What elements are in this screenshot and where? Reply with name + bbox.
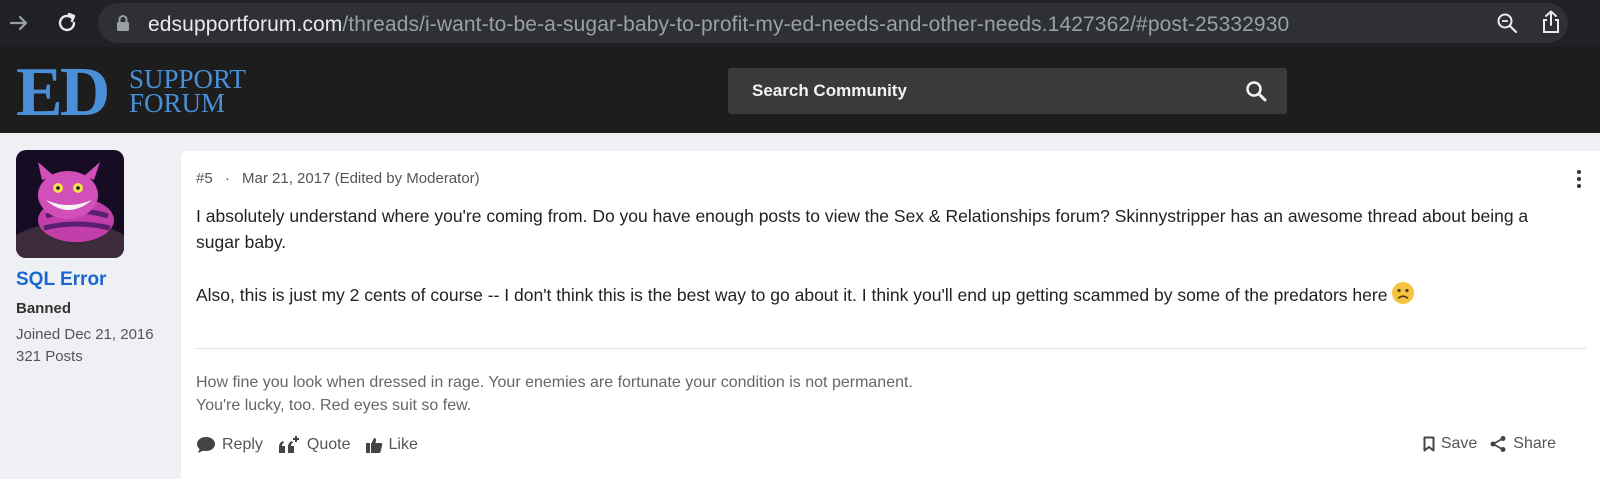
zoom-icon[interactable]: [1496, 12, 1518, 34]
bookmark-icon: [1423, 436, 1435, 452]
reply-label: Reply: [222, 436, 263, 453]
reply-button[interactable]: Reply: [196, 435, 263, 455]
username-link[interactable]: SQL Error: [16, 269, 106, 291]
post-actions: Reply Quote Like: [196, 435, 418, 455]
post-card: #5 · Mar 21, 2017 (Edited by Moderator) …: [181, 151, 1600, 479]
logo-subtitle: SUPPORT FORUM: [129, 66, 246, 118]
meta-separator: ·: [224, 170, 230, 187]
url-text: edsupportforum.com/threads/i-want-to-be-…: [148, 13, 1289, 37]
search-placeholder: Search Community: [752, 81, 907, 100]
speech-bubble-icon: [197, 437, 215, 453]
url-host: edsupportforum.com: [148, 13, 343, 36]
forward-arrow-icon: [9, 15, 28, 31]
user-joined: Joined Dec 21, 2016: [16, 326, 154, 343]
lock-icon: [117, 15, 129, 31]
signature: How fine you look when dressed in rage. …: [196, 371, 913, 417]
share-page-icon[interactable]: [1540, 10, 1562, 34]
post-date: Mar 21, 2017 (Edited by Moderator): [242, 170, 480, 187]
quote-label: Quote: [306, 436, 351, 453]
browser-toolbar: edsupportforum.com/threads/i-want-to-be-…: [0, 0, 1600, 46]
like-label: Like: [388, 436, 418, 453]
avatar-image: [16, 150, 124, 258]
share-label: Share: [1513, 435, 1556, 452]
logo-line-2: FORUM: [129, 88, 226, 118]
logo-ed: ED: [16, 54, 110, 131]
user-post-count: 321 Posts: [16, 348, 83, 365]
reload-icon: [58, 12, 76, 32]
thumbs-up-icon: [365, 438, 382, 453]
search-icon[interactable]: [1245, 80, 1267, 102]
signature-divider: [196, 348, 1586, 349]
signature-line: You're lucky, too. Red eyes suit so few.: [196, 397, 472, 414]
post-meta: #5 · Mar 21, 2017 (Edited by Moderator): [196, 170, 480, 187]
post-body: I absolutely understand where you're com…: [196, 203, 1576, 334]
post-paragraph: Also, this is just my 2 cents of course …: [196, 281, 1576, 308]
like-button[interactable]: Like: [365, 435, 418, 455]
share-icon: [1490, 436, 1506, 452]
post-actions-right: Save Share: [1423, 435, 1556, 453]
user-title: Banned: [16, 300, 72, 317]
address-bar[interactable]: edsupportforum.com/threads/i-want-to-be-…: [98, 3, 1568, 43]
more-options-icon[interactable]: [1576, 169, 1582, 189]
url-path: /threads/i-want-to-be-a-sugar-baby-to-pr…: [342, 13, 1290, 36]
quote-button[interactable]: Quote: [277, 435, 351, 455]
frown-emoji-icon: [1392, 282, 1415, 304]
save-button[interactable]: Save: [1423, 435, 1477, 453]
post-paragraph: I absolutely understand where you're com…: [196, 206, 1529, 252]
signature-line: How fine you look when dressed in rage. …: [196, 374, 913, 391]
reload-button[interactable]: [52, 8, 82, 38]
post-number-link[interactable]: #5: [196, 170, 213, 187]
search-box[interactable]: Search Community: [728, 68, 1287, 114]
post-paragraph-text: Also, this is just my 2 cents of course …: [196, 285, 1388, 305]
share-button[interactable]: Share: [1489, 435, 1556, 453]
forward-button[interactable]: [4, 8, 34, 38]
quote-icon: [278, 436, 299, 453]
save-label: Save: [1440, 435, 1478, 452]
avatar[interactable]: [16, 150, 124, 258]
